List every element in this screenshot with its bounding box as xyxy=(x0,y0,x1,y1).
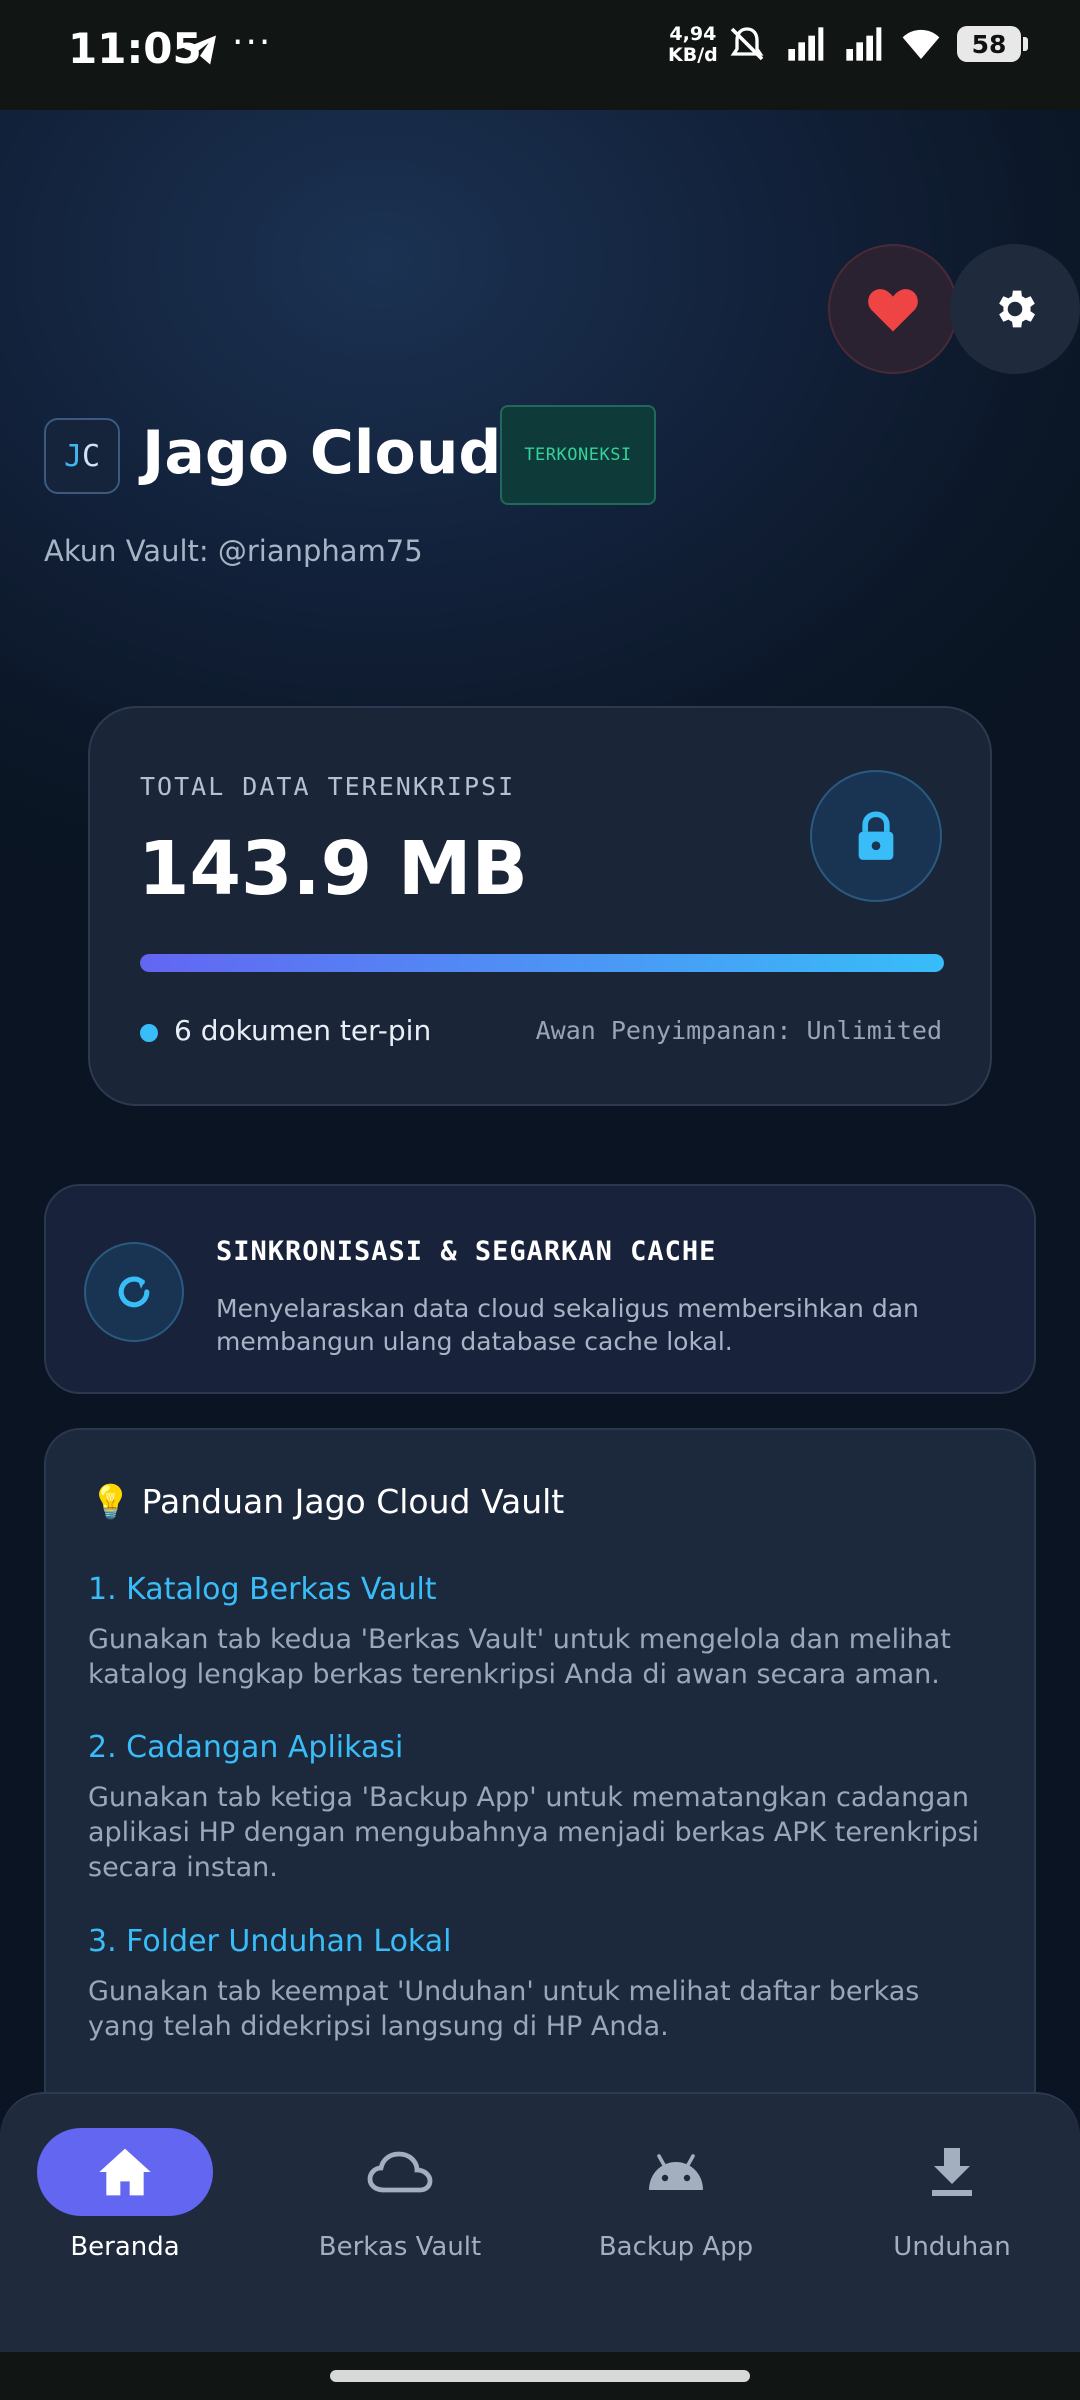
favorite-button[interactable] xyxy=(828,244,958,374)
signal-2-icon xyxy=(846,27,882,61)
storage-progress-bar xyxy=(140,954,944,972)
nav-label: Unduhan xyxy=(893,2232,1011,2262)
signal-1-icon xyxy=(788,27,824,61)
nav-item-beranda[interactable]: Beranda xyxy=(15,2128,235,2262)
app-screen: 11:05 ··· 4,94 KB/d 58 J C Jago Cloud TE… xyxy=(0,0,1080,2400)
status-bar: 11:05 ··· 4,94 KB/d 58 xyxy=(0,0,1080,110)
nav-item-unduhan[interactable]: Unduhan xyxy=(842,2128,1062,2262)
pinned-dot xyxy=(140,1024,158,1042)
pinned-documents: 6 dokumen ter-pin xyxy=(174,1014,432,1047)
storage-card: TOTAL DATA TERENKRIPSI 143.9 MB 6 dokume… xyxy=(88,706,992,1106)
network-speed-unit: KB/d xyxy=(668,44,718,66)
connection-status-badge: TERKONEKSI xyxy=(500,405,656,505)
storage-label: TOTAL DATA TERENKRIPSI xyxy=(140,772,516,801)
storage-value: 143.9 MB xyxy=(138,826,528,912)
logo-letter-j: J xyxy=(63,438,82,474)
guide-item-title: 1. Katalog Berkas Vault xyxy=(88,1572,437,1607)
wifi-icon xyxy=(902,29,940,59)
cloud-storage-plan: Awan Penyimpanan: Unlimited xyxy=(535,1016,942,1045)
more-notifications-icon: ··· xyxy=(232,22,273,63)
download-icon xyxy=(932,2148,972,2196)
app-title: Jago Cloud xyxy=(142,418,502,488)
home-gesture-handle[interactable] xyxy=(330,2370,750,2382)
sync-title: SINKRONISASI & SEGARKAN CACHE xyxy=(216,1236,717,1267)
sync-icon-badge xyxy=(84,1242,184,1342)
refresh-icon xyxy=(118,1276,150,1308)
nav-item-backup-app[interactable]: Backup App xyxy=(566,2128,786,2262)
nav-label: Backup App xyxy=(598,2232,754,2262)
guide-item-title: 3. Folder Unduhan Lokal xyxy=(88,1924,452,1959)
network-speed-value: 4,94 xyxy=(669,23,717,45)
heart-icon xyxy=(868,289,918,332)
bottom-navigation: Beranda Berkas Vault Backup App Unduhan xyxy=(0,2092,1080,2352)
app-logo: JC xyxy=(44,418,120,494)
logo-letter-c: C xyxy=(82,438,101,474)
guide-item-title: 2. Cadangan Aplikasi xyxy=(88,1730,404,1765)
status-icons: 58 xyxy=(725,24,1028,64)
lock-icon xyxy=(858,811,894,860)
home-icon xyxy=(99,2148,151,2196)
guide-item-desc: Gunakan tab keempat 'Unduhan' untuk meli… xyxy=(88,1976,920,2042)
nav-pill-active xyxy=(37,2128,213,2216)
sync-cache-button[interactable]: SINKRONISASI & SEGARKAN CACHE Menyelaras… xyxy=(44,1184,1036,1394)
nav-label: Beranda xyxy=(70,2232,180,2262)
android-icon xyxy=(649,2154,703,2190)
guide-card: 💡 Panduan Jago Cloud Vault 1. Katalog Be… xyxy=(44,1428,1036,2188)
telegram-icon xyxy=(184,35,216,65)
nav-pill xyxy=(588,2128,764,2216)
nav-pill xyxy=(312,2128,488,2216)
guide-title: 💡 Panduan Jago Cloud Vault xyxy=(90,1482,565,1521)
vault-account: Akun Vault: @rianpham75 xyxy=(44,534,423,568)
guide-item-desc: Gunakan tab kedua 'Berkas Vault' untuk m… xyxy=(88,1624,951,1690)
gear-icon xyxy=(999,290,1035,328)
battery-indicator: 58 xyxy=(957,26,1028,62)
nav-item-berkas-vault[interactable]: Berkas Vault xyxy=(290,2128,510,2262)
storage-progress-fill xyxy=(140,954,944,972)
cloud-icon xyxy=(367,2151,433,2193)
gesture-bar xyxy=(0,2352,1080,2400)
sync-description: Menyelaraskan data cloud sekaligus membe… xyxy=(216,1294,919,1356)
lock-badge xyxy=(810,770,942,902)
nav-label: Berkas Vault xyxy=(318,2232,482,2262)
network-speed: 4,94 KB/d xyxy=(668,24,718,66)
nav-pill xyxy=(864,2128,1040,2216)
guide-item-desc: Gunakan tab ketiga 'Backup App' untuk me… xyxy=(88,1782,980,1883)
settings-button[interactable] xyxy=(950,244,1080,374)
mute-icon xyxy=(730,27,764,61)
